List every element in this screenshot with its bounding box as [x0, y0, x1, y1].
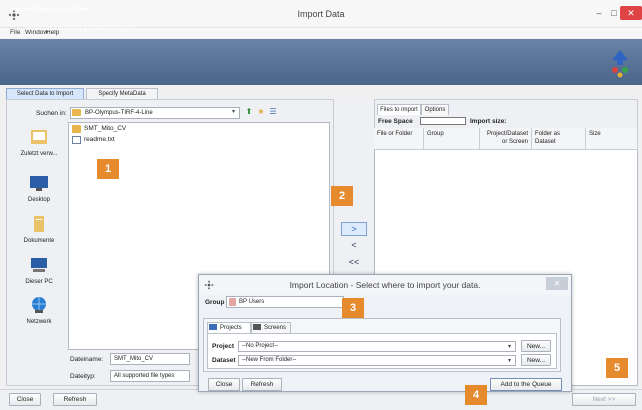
- group-select[interactable]: BP Users: [226, 296, 344, 308]
- minimize-button[interactable]: –: [592, 6, 606, 20]
- callout-4: 4: [465, 385, 487, 405]
- column-header-group[interactable]: Group: [424, 128, 480, 150]
- place-desktop[interactable]: Desktop: [11, 174, 67, 203]
- import-header: [0, 39, 642, 85]
- import-size-label: Import size:: [470, 118, 507, 125]
- place-this-pc[interactable]: Dieser PC: [11, 256, 67, 285]
- group-label: Group: [205, 299, 225, 306]
- next-button[interactable]: Next >>: [572, 393, 636, 406]
- callout-3: 3: [342, 298, 364, 318]
- place-label: Desktop: [27, 197, 50, 203]
- free-space-bar: [420, 117, 466, 125]
- up-folder-icon[interactable]: ⬆: [244, 107, 254, 117]
- place-recent[interactable]: Zuletzt verw...: [11, 128, 67, 157]
- omero-logo-icon: [612, 50, 628, 78]
- window-title: Import Data: [297, 9, 345, 19]
- look-in-label: Suchen in:: [36, 110, 67, 117]
- tab-files-to-import[interactable]: Files to import: [377, 104, 421, 115]
- free-space-label: Free Space: [378, 118, 413, 125]
- filetype-select[interactable]: All supported file types: [110, 370, 190, 382]
- column-header-project[interactable]: Project/Dataset or Screen: [480, 128, 532, 150]
- header-title: Import Data: Unspecified: [12, 6, 89, 13]
- dialog-close-button[interactable]: ✕: [546, 277, 568, 290]
- dialog-close-text-button[interactable]: Close: [208, 378, 240, 391]
- filename-label: Dateiname:: [70, 356, 104, 363]
- new-dataset-button[interactable]: New...: [521, 354, 551, 366]
- callout-1: 1: [97, 159, 119, 179]
- place-label: Dokumente: [23, 238, 55, 244]
- chevron-down-icon[interactable]: ▾: [508, 357, 511, 364]
- file-row-readme[interactable]: readme.txt: [72, 135, 115, 145]
- project-select[interactable]: --No Project--: [238, 341, 516, 352]
- header-subtitle: Select data to import and monitor import…: [26, 26, 138, 32]
- maximize-button[interactable]: □: [607, 6, 621, 20]
- callout-2: 2: [331, 186, 353, 206]
- refresh-button[interactable]: Refresh: [53, 393, 97, 406]
- look-in-combo[interactable]: BP-Olympus-TIRF-4-Line: [70, 107, 240, 119]
- column-header-size[interactable]: Size: [586, 128, 638, 150]
- desktop-icon: [30, 176, 48, 191]
- callout-5: 5: [606, 358, 628, 378]
- chevron-down-icon[interactable]: ▾: [508, 343, 511, 350]
- projects-icon: [209, 324, 217, 330]
- dataset-label: Dataset: [212, 357, 236, 364]
- add-to-queue-button[interactable]: Add to the Queue: [490, 378, 562, 391]
- computer-icon: [31, 258, 47, 272]
- folder-icon: [72, 109, 81, 116]
- tab-specify-metadata[interactable]: Specify MetaData: [86, 88, 158, 99]
- add-to-queue-arrow-button[interactable]: >: [341, 222, 367, 236]
- dialog-title: Import Location - Select where to import…: [289, 280, 481, 290]
- new-project-button[interactable]: New...: [521, 340, 551, 352]
- new-folder-icon[interactable]: ★: [256, 107, 266, 117]
- documents-icon: [34, 216, 44, 232]
- place-label: Zuletzt verw...: [20, 151, 58, 157]
- column-header-file[interactable]: File or Folder: [374, 128, 424, 150]
- group-lock-icon: [229, 298, 236, 306]
- window-close-button[interactable]: ✕: [620, 6, 642, 20]
- network-icon: [32, 297, 46, 313]
- filename-input[interactable]: SMT_Mito_CV: [110, 353, 190, 365]
- screens-icon: [253, 324, 261, 330]
- remove-all-arrow-button[interactable]: <<: [341, 256, 367, 270]
- menu-file[interactable]: File: [10, 29, 20, 36]
- close-button[interactable]: Close: [9, 393, 41, 406]
- place-label: Netzwerk: [26, 319, 52, 325]
- place-network[interactable]: Netzwerk: [11, 296, 67, 325]
- dataset-select[interactable]: --New From Folder--: [238, 355, 516, 366]
- tab-select-data[interactable]: Select Data to Import: [6, 88, 84, 99]
- dialog-refresh-button[interactable]: Refresh: [242, 378, 282, 391]
- project-label: Project: [212, 343, 235, 350]
- view-menu-icon[interactable]: ☰: [268, 107, 278, 117]
- place-documents[interactable]: Dokumente: [11, 215, 67, 244]
- filetype-label: Dateityp:: [70, 373, 96, 380]
- recent-places-icon: [31, 130, 47, 144]
- remove-arrow-button[interactable]: <: [341, 239, 367, 253]
- place-label: Dieser PC: [25, 279, 53, 285]
- file-row-folder[interactable]: SMT_Mito_CV: [72, 124, 126, 134]
- chevron-down-icon[interactable]: ▾: [232, 108, 235, 115]
- column-header-folder-as-dataset[interactable]: Folder as Dataset: [532, 128, 586, 150]
- tab-options[interactable]: Options: [421, 104, 449, 115]
